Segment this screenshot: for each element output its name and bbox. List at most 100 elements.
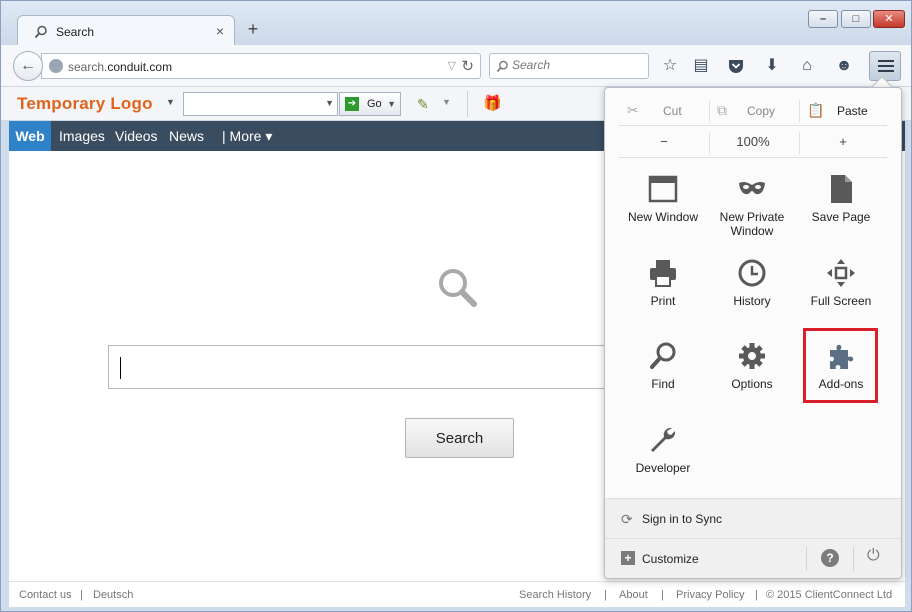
footer-separator: |: [604, 589, 607, 601]
main-search-input[interactable]: [108, 345, 668, 389]
nav-more[interactable]: | More ▾: [222, 128, 272, 145]
divider: [806, 547, 807, 571]
footer-language-link[interactable]: Deutsch: [93, 589, 133, 601]
options-button[interactable]: Options: [708, 341, 796, 421]
reload-icon[interactable]: ↻: [461, 57, 474, 75]
add-ons-highlight-box: [803, 328, 878, 403]
url-dropdown-icon[interactable]: ▽: [448, 59, 456, 72]
url-domain: conduit.com: [107, 60, 173, 74]
footer-copyright: © 2015 ClientConnect Ltd: [766, 589, 893, 601]
nav-web[interactable]: Web: [9, 121, 51, 151]
tile-label: New Private Window: [719, 210, 785, 238]
footer-about-link[interactable]: About: [619, 589, 648, 601]
nav-news[interactable]: News: [169, 128, 204, 144]
find-button[interactable]: Find: [619, 341, 707, 421]
save-page-button[interactable]: Save Page: [797, 174, 885, 254]
developer-button[interactable]: Developer: [619, 425, 707, 505]
fullscreen-icon: [827, 259, 855, 287]
magnifier-icon: [439, 269, 477, 307]
minimize-button[interactable]: –: [808, 10, 838, 28]
highlighter-dropdown-icon[interactable]: ▼: [442, 97, 451, 107]
clipboard-icon: 📋: [807, 102, 825, 118]
tile-label: Print: [650, 294, 676, 308]
new-window-button[interactable]: New Window: [619, 174, 707, 254]
hamburger-icon: [878, 60, 894, 62]
customize-button[interactable]: Customize: [642, 552, 699, 566]
reading-list-icon[interactable]: ▤: [690, 55, 712, 77]
search-input[interactable]: [512, 58, 642, 72]
search-icon: [496, 60, 508, 73]
url-bar[interactable]: search.conduit.com ▽ ↻: [41, 53, 481, 79]
save-page-icon: [831, 175, 852, 203]
pocket-icon[interactable]: [725, 55, 747, 77]
download-icon[interactable]: ⬇: [761, 55, 783, 77]
toolbar-divider: [467, 91, 468, 117]
nav-images[interactable]: Images: [59, 128, 105, 144]
paste-button[interactable]: Paste: [837, 104, 868, 118]
private-mask-icon: [739, 181, 765, 195]
tile-label: Options: [731, 377, 773, 391]
divider: [853, 547, 854, 571]
highlighter-icon[interactable]: ✎: [417, 96, 429, 113]
gift-icon[interactable]: 🎁: [483, 94, 502, 112]
minimize-icon: –: [819, 13, 827, 25]
logo-dropdown-icon[interactable]: ▼: [166, 97, 175, 107]
go-label: Go: [367, 98, 382, 110]
toolbar-logo[interactable]: Temporary Logo: [17, 94, 153, 114]
zoom-out-button[interactable]: −: [619, 134, 709, 149]
maximize-button[interactable]: □: [841, 10, 871, 28]
edit-controls: ✂ Cut ⧉ Copy 📋 Paste: [619, 96, 887, 126]
toolbar-search-input[interactable]: ▼: [183, 92, 338, 116]
new-private-window-button[interactable]: New Private Window: [708, 174, 796, 254]
go-button[interactable]: ➔ Go ▼: [339, 92, 401, 116]
gear-icon: [739, 343, 765, 369]
help-icon[interactable]: ?: [821, 549, 839, 567]
url-text: search.conduit.com: [68, 60, 172, 74]
tile-label: History: [733, 294, 771, 308]
new-window-icon: [648, 175, 678, 203]
hamburger-icon-line: [878, 65, 894, 67]
zoom-reset-button[interactable]: 100%: [709, 134, 797, 149]
sign-in-sync-button[interactable]: ⟳ Sign in to Sync: [605, 498, 901, 538]
search-bar[interactable]: [489, 53, 649, 79]
full-screen-button[interactable]: Full Screen: [797, 258, 885, 338]
copy-button[interactable]: Copy: [747, 104, 775, 118]
sync-icon: ⟳: [621, 511, 633, 527]
zoom-in-button[interactable]: +: [799, 134, 887, 149]
tab-search[interactable]: Search ×: [17, 15, 235, 47]
navigation-toolbar: search.conduit.com ▽ ↻ ← ☆ ▤ ⬇ ⌂ ☻: [1, 45, 911, 87]
footer-contact-link[interactable]: Contact us: [19, 589, 72, 601]
tile-label: New Window: [627, 210, 699, 224]
back-arrow-icon: ←: [20, 57, 36, 74]
footer-privacy-link[interactable]: Privacy Policy: [676, 589, 744, 601]
close-window-button[interactable]: ✕: [873, 10, 905, 28]
search-icon: [34, 25, 47, 39]
bookmark-star-icon[interactable]: ☆: [659, 55, 681, 77]
power-icon[interactable]: ⏻: [867, 547, 880, 565]
home-icon[interactable]: ⌂: [796, 55, 818, 77]
open-menu-button[interactable]: [869, 51, 901, 81]
history-button[interactable]: History: [708, 258, 796, 338]
hamburger-icon-line: [878, 70, 894, 72]
nav-videos[interactable]: Videos: [115, 128, 158, 144]
chevron-down-icon[interactable]: ▼: [387, 99, 396, 109]
print-button[interactable]: Print: [619, 258, 707, 338]
smiley-icon[interactable]: ☻: [833, 55, 855, 77]
chevron-down-icon[interactable]: ▼: [325, 98, 334, 108]
scissors-icon: ✂: [627, 102, 639, 118]
back-button[interactable]: ←: [13, 51, 43, 81]
tile-label: Save Page: [811, 210, 871, 224]
new-tab-button[interactable]: +: [244, 19, 262, 40]
tile-label: Developer: [635, 461, 691, 475]
search-button[interactable]: Search: [405, 418, 514, 458]
browser-window: Search × + – □ ✕ search.conduit.com ▽ ↻ …: [0, 0, 912, 612]
close-icon: ✕: [884, 13, 894, 25]
footer-search-history-link[interactable]: Search History: [519, 589, 591, 601]
magnifier-icon: [650, 342, 676, 369]
url-prefix: search.: [68, 60, 108, 74]
close-tab-icon[interactable]: ×: [216, 23, 224, 39]
tile-label: Full Screen: [810, 294, 872, 308]
divider: [709, 100, 710, 122]
cut-button[interactable]: Cut: [663, 104, 682, 118]
customize-plus-icon: +: [621, 551, 635, 565]
